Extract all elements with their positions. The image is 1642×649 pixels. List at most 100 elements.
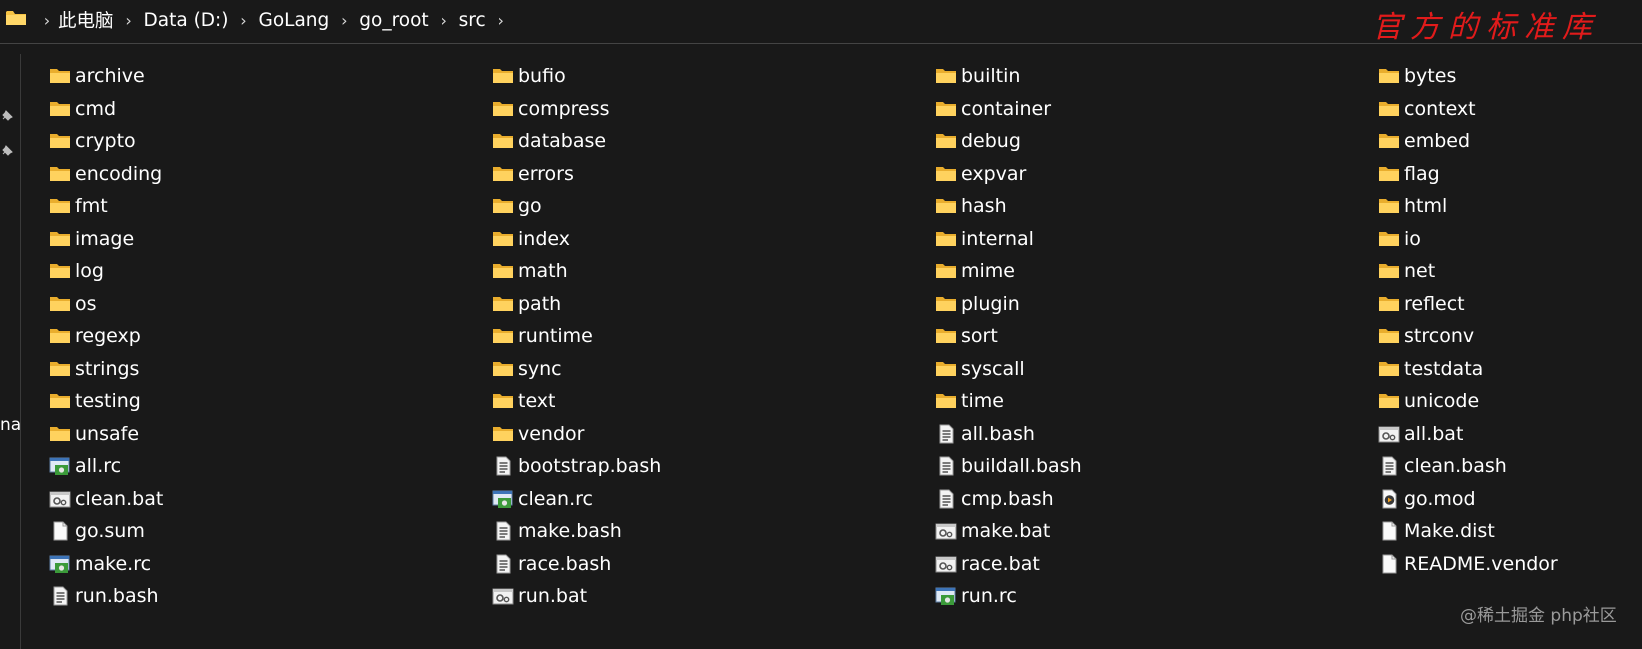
media-file-icon xyxy=(1378,489,1400,509)
file-item[interactable]: README.vendor xyxy=(1378,548,1558,580)
folder-item[interactable]: flag xyxy=(1378,158,1440,190)
folder-item[interactable]: runtime xyxy=(492,320,593,352)
folder-item[interactable]: bufio xyxy=(492,60,566,92)
folder-item[interactable]: sort xyxy=(935,320,998,352)
folder-item[interactable]: context xyxy=(1378,93,1476,125)
file-item[interactable]: go.mod xyxy=(1378,483,1476,515)
chevron-right-icon[interactable]: › xyxy=(486,11,516,30)
folder-item[interactable]: cmd xyxy=(49,93,116,125)
file-item[interactable]: run.bat xyxy=(492,580,587,612)
breadcrumb: › 此电脑 › Data (D:) › GoLang › go_root › s… xyxy=(36,7,516,33)
file-item[interactable]: all.rc xyxy=(49,450,121,482)
folder-item[interactable]: crypto xyxy=(49,125,136,157)
folder-item[interactable]: mime xyxy=(935,255,1015,287)
folder-icon xyxy=(49,66,71,86)
item-label: all.rc xyxy=(75,455,122,477)
folder-item[interactable]: expvar xyxy=(935,158,1026,190)
folder-item[interactable]: embed xyxy=(1378,125,1470,157)
folder-item[interactable]: reflect xyxy=(1378,288,1465,320)
breadcrumb-golang[interactable]: GoLang xyxy=(258,10,329,31)
folder-item[interactable]: net xyxy=(1378,255,1435,287)
folder-item[interactable]: image xyxy=(49,223,134,255)
file-item[interactable]: buildall.bash xyxy=(935,450,1082,482)
folder-icon xyxy=(492,424,514,444)
file-item[interactable]: race.bash xyxy=(492,548,611,580)
item-label: flag xyxy=(1404,162,1440,185)
item-label: go.sum xyxy=(75,520,145,542)
file-item[interactable]: run.rc xyxy=(935,580,1017,612)
folder-item[interactable]: syscall xyxy=(935,353,1025,385)
folder-item[interactable]: testdata xyxy=(1378,353,1483,385)
breadcrumb-this-pc[interactable]: 此电脑 xyxy=(58,7,114,33)
breadcrumb-src[interactable]: src xyxy=(459,10,486,31)
folder-item[interactable]: bytes xyxy=(1378,60,1456,92)
folder-item[interactable]: compress xyxy=(492,93,610,125)
file-item[interactable]: Make.dist xyxy=(1378,515,1495,547)
item-label: all.bash xyxy=(961,422,1035,445)
folder-item[interactable]: internal xyxy=(935,223,1034,255)
item-label: buildall.bash xyxy=(961,455,1082,477)
folder-item[interactable]: unicode xyxy=(1378,385,1479,417)
item-label: plugin xyxy=(961,292,1020,315)
folder-icon xyxy=(4,8,28,28)
folder-item[interactable]: hash xyxy=(935,190,1007,222)
chevron-right-icon[interactable]: › xyxy=(228,11,258,30)
file-item[interactable]: clean.bash xyxy=(1378,450,1507,482)
folder-item[interactable]: html xyxy=(1378,190,1447,222)
folder-icon xyxy=(49,424,71,444)
file-item[interactable]: all.bash xyxy=(935,418,1035,450)
folder-item[interactable]: text xyxy=(492,385,556,417)
folder-item[interactable]: time xyxy=(935,385,1004,417)
batch-file-icon xyxy=(49,489,71,509)
folder-icon xyxy=(1378,261,1400,281)
folder-item[interactable]: strconv xyxy=(1378,320,1474,352)
folder-item[interactable]: strings xyxy=(49,353,139,385)
folder-item[interactable]: archive xyxy=(49,60,145,92)
file-item[interactable]: go.sum xyxy=(49,515,145,547)
folder-item[interactable]: testing xyxy=(49,385,141,417)
chevron-right-icon[interactable]: › xyxy=(329,11,359,30)
folder-item[interactable]: unsafe xyxy=(49,418,139,450)
address-bar[interactable]: › 此电脑 › Data (D:) › GoLang › go_root › s… xyxy=(0,0,1642,45)
breadcrumb-go-root[interactable]: go_root xyxy=(359,10,428,31)
folder-item[interactable]: encoding xyxy=(49,158,162,190)
folder-item[interactable]: debug xyxy=(935,125,1021,157)
file-item[interactable]: race.bat xyxy=(935,548,1040,580)
item-label: clean.bash xyxy=(1404,455,1507,477)
folder-item[interactable]: database xyxy=(492,125,606,157)
folder-item[interactable]: sync xyxy=(492,353,562,385)
file-item[interactable]: all.bat xyxy=(1378,418,1463,450)
item-label: hash xyxy=(961,195,1007,217)
folder-item[interactable]: io xyxy=(1378,223,1421,255)
item-label: html xyxy=(1404,195,1448,217)
folder-item[interactable]: container xyxy=(935,93,1051,125)
folder-item[interactable]: math xyxy=(492,255,568,287)
folder-item[interactable]: vendor xyxy=(492,418,584,450)
file-item[interactable]: make.bash xyxy=(492,515,622,547)
folder-item[interactable]: plugin xyxy=(935,288,1020,320)
folder-item[interactable]: os xyxy=(49,288,97,320)
chevron-right-icon[interactable]: › xyxy=(36,11,58,30)
file-item[interactable]: clean.bat xyxy=(49,483,163,515)
file-item[interactable]: make.bat xyxy=(935,515,1050,547)
file-item[interactable]: cmp.bash xyxy=(935,483,1054,515)
folder-item[interactable]: regexp xyxy=(49,320,141,352)
item-label: reflect xyxy=(1404,292,1465,315)
chevron-right-icon[interactable]: › xyxy=(114,11,144,30)
item-label: regexp xyxy=(75,325,141,347)
file-item[interactable]: run.bash xyxy=(49,580,159,612)
item-label: strconv xyxy=(1404,325,1475,347)
folder-item[interactable]: index xyxy=(492,223,570,255)
folder-item[interactable]: go xyxy=(492,190,542,222)
folder-item[interactable]: log xyxy=(49,255,104,287)
folder-item[interactable]: builtin xyxy=(935,60,1020,92)
breadcrumb-data-drive[interactable]: Data (D:) xyxy=(144,10,229,31)
chevron-right-icon[interactable]: › xyxy=(429,11,459,30)
folder-item[interactable]: fmt xyxy=(49,190,108,222)
text-file-icon xyxy=(492,521,514,541)
file-item[interactable]: clean.rc xyxy=(492,483,593,515)
folder-item[interactable]: path xyxy=(492,288,561,320)
file-item[interactable]: bootstrap.bash xyxy=(492,450,661,482)
file-item[interactable]: make.rc xyxy=(49,548,151,580)
folder-item[interactable]: errors xyxy=(492,158,574,190)
